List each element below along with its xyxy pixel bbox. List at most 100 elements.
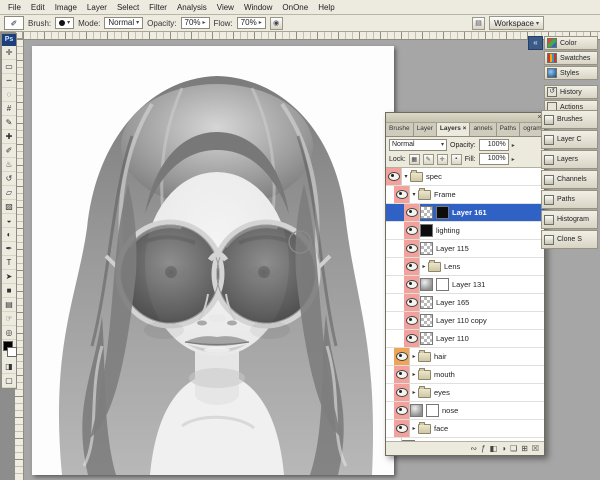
dock-collapse-button[interactable]: «	[528, 36, 543, 50]
layer-mask-thumbnail[interactable]	[426, 404, 439, 417]
visibility-toggle[interactable]	[404, 240, 420, 257]
mode-select[interactable]: Normal▾	[104, 17, 143, 29]
blend-mode-select[interactable]: Normal ▾	[389, 139, 447, 151]
layer-row-frame[interactable]: ▾ Frame	[386, 186, 544, 204]
layer-row-spec[interactable]: ▾ spec	[386, 168, 544, 186]
opacity-field[interactable]: 70%▸	[181, 17, 210, 29]
tab-brushes[interactable]: Brushe	[386, 123, 414, 136]
layer-style-icon[interactable]: ƒ	[481, 443, 485, 455]
menu-help[interactable]: Help	[313, 1, 339, 13]
tab-channels[interactable]: annels	[470, 123, 496, 136]
menu-image[interactable]: Image	[50, 1, 82, 13]
tab-layer-comps[interactable]: Layer	[414, 123, 437, 136]
expand-toggle-icon[interactable]: ▸	[410, 389, 418, 396]
zoom-tool[interactable]: ◎	[2, 326, 16, 340]
visibility-toggle[interactable]	[394, 348, 410, 365]
quick-selection-tool[interactable]: ◌	[2, 88, 16, 102]
screen-mode-button[interactable]: ▢	[2, 374, 16, 388]
visibility-toggle[interactable]	[394, 420, 410, 437]
shape-tool[interactable]: ■	[2, 284, 16, 298]
history-brush-tool[interactable]: ↺	[2, 172, 16, 186]
menu-layer[interactable]: Layer	[82, 1, 112, 13]
menu-window[interactable]: Window	[239, 1, 277, 13]
menu-filter[interactable]: Filter	[144, 1, 172, 13]
adjustment-layer-icon[interactable]: ◑	[501, 443, 506, 455]
layer-opacity-field[interactable]: 100%	[479, 139, 509, 151]
tab-paths[interactable]: Paths	[497, 123, 521, 136]
link-layers-icon[interactable]: ∾	[470, 443, 477, 455]
menu-file[interactable]: File	[3, 1, 26, 13]
new-group-icon[interactable]: ❏	[510, 443, 517, 455]
layer-mask-thumbnail[interactable]	[436, 278, 449, 291]
horizontal-ruler[interactable]	[23, 31, 600, 40]
expand-toggle-icon[interactable]: ▸	[410, 425, 418, 432]
visibility-toggle[interactable]	[394, 402, 410, 419]
notes-tool[interactable]: ▤	[2, 298, 16, 312]
layer-mask-icon[interactable]: ◧	[490, 443, 498, 455]
layer-thumbnail[interactable]	[420, 314, 433, 327]
menu-analysis[interactable]: Analysis	[172, 1, 212, 13]
menu-edit[interactable]: Edit	[26, 1, 50, 13]
panel-button-brushes[interactable]: Brushes	[541, 110, 598, 129]
layer-row-hair[interactable]: ▸ hair	[386, 348, 544, 366]
brush-tool[interactable]: ✐	[2, 144, 16, 158]
visibility-toggle[interactable]	[394, 366, 410, 383]
gradient-tool[interactable]: ▨	[2, 200, 16, 214]
clone-stamp-tool[interactable]: ♨	[2, 158, 16, 172]
tab-layers[interactable]: Layers ×	[437, 123, 471, 136]
layer-row-lighting[interactable]: lighting	[386, 222, 544, 240]
palette-well-icon[interactable]: ▤	[472, 17, 485, 30]
visibility-toggle[interactable]	[404, 204, 420, 221]
layer-thumbnail[interactable]	[420, 224, 433, 237]
visibility-toggle[interactable]	[394, 384, 410, 401]
panel-button-layer-comps[interactable]: Layer C	[541, 130, 598, 149]
current-tool-icon[interactable]: ✐	[4, 16, 24, 30]
visibility-toggle[interactable]	[404, 312, 420, 329]
eyedropper-tool[interactable]: ✎	[2, 116, 16, 130]
flow-field[interactable]: 70%▸	[237, 17, 266, 29]
panel-button-layers[interactable]: Layers	[541, 150, 598, 169]
path-selection-tool[interactable]: ➤	[2, 270, 16, 284]
layer-row-face[interactable]: ▸ face	[386, 420, 544, 438]
eraser-tool[interactable]: ▱	[2, 186, 16, 200]
layer-row-layer-110[interactable]: Layer 110	[386, 330, 544, 348]
layer-fill-field[interactable]: 100%	[479, 153, 509, 165]
lock-all-icon[interactable]: ▪	[451, 154, 462, 165]
layer-row-layer-161[interactable]: Layer 161	[386, 204, 544, 222]
brush-preset-picker[interactable]: ▾	[55, 17, 74, 29]
panel-button-swatches[interactable]: Swatches	[544, 51, 598, 65]
visibility-toggle[interactable]	[404, 222, 420, 239]
crop-tool[interactable]: #	[2, 102, 16, 116]
layer-thumbnail[interactable]	[420, 332, 433, 345]
layer-thumbnail[interactable]	[410, 404, 423, 417]
layer-thumbnail[interactable]	[420, 296, 433, 309]
delete-layer-icon[interactable]: ☒	[532, 443, 539, 455]
visibility-toggle[interactable]	[404, 276, 420, 293]
move-tool[interactable]: ✛	[2, 46, 16, 60]
visibility-toggle[interactable]	[386, 168, 402, 185]
panel-button-clone-source[interactable]: Clone S	[541, 230, 598, 249]
blur-tool[interactable]: ◒	[2, 214, 16, 228]
quick-mask-button[interactable]: ◨	[2, 360, 16, 374]
menu-onone[interactable]: OnOne	[277, 1, 313, 13]
lock-position-icon[interactable]: ✛	[437, 154, 448, 165]
visibility-toggle[interactable]	[404, 258, 420, 275]
panel-button-history[interactable]: ↺ History	[544, 85, 598, 99]
pen-tool[interactable]: ✒	[2, 242, 16, 256]
healing-brush-tool[interactable]: ✚	[2, 130, 16, 144]
layer-thumbnail[interactable]	[420, 278, 433, 291]
layer-mask-thumbnail[interactable]	[436, 206, 449, 219]
visibility-toggle[interactable]	[404, 330, 420, 347]
layer-row-lens[interactable]: ▸ Lens	[386, 258, 544, 276]
workspace-button[interactable]: Workspace ▾	[489, 16, 544, 30]
layer-row-layer-110-copy[interactable]: Layer 110 copy	[386, 312, 544, 330]
layer-thumbnail[interactable]	[420, 206, 433, 219]
expand-toggle-icon[interactable]: ▸	[410, 371, 418, 378]
dodge-tool[interactable]: ◐	[2, 228, 16, 242]
layer-thumbnail[interactable]	[420, 242, 433, 255]
expand-toggle-icon[interactable]: ▸	[410, 353, 418, 360]
layers-panel-titlebar[interactable]: ×	[386, 113, 544, 123]
airbrush-toggle-icon[interactable]: ◉	[270, 17, 283, 30]
panel-button-histogram[interactable]: Histogram	[541, 210, 598, 229]
lock-image-icon[interactable]: ✎	[423, 154, 434, 165]
